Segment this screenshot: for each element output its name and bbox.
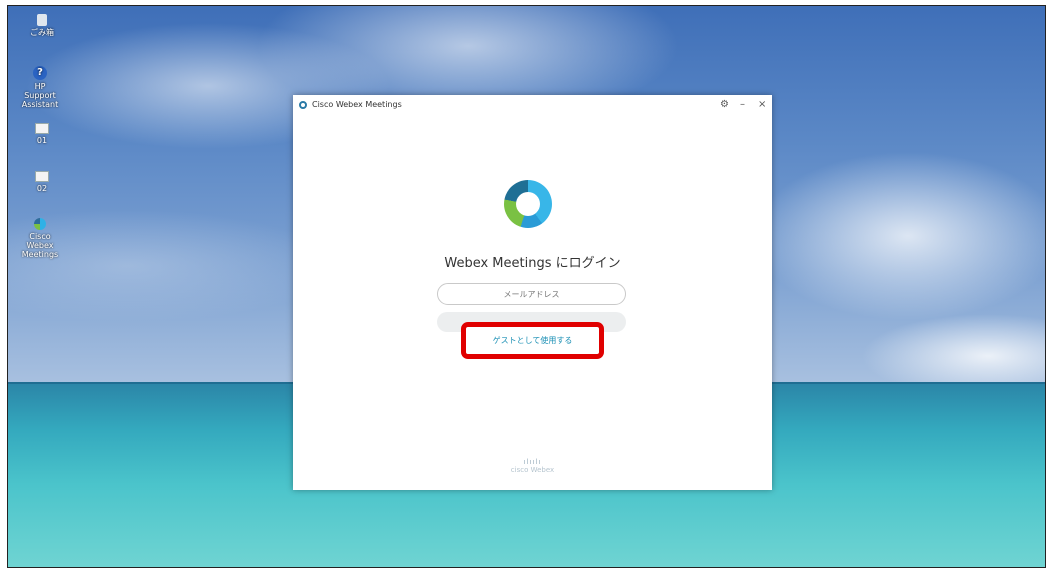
- webex-small-logo-icon: [299, 101, 307, 109]
- webex-login-window: Cisco Webex Meetings ⚙ – × Webex Meeting…: [293, 95, 772, 490]
- cisco-bars-icon: ılıılı: [523, 458, 542, 466]
- help-icon: ?: [33, 66, 47, 80]
- email-field[interactable]: [437, 283, 626, 305]
- desktop-icon-label: HP Support Assistant: [21, 82, 59, 109]
- cisco-brand-text: cisco: [510, 466, 529, 474]
- use-as-guest-button[interactable]: ゲストとして使用する: [461, 322, 604, 359]
- desktop-icon-02[interactable]: 02: [20, 171, 64, 193]
- desktop-icon-hp-support[interactable]: ? HP Support Assistant: [18, 66, 62, 109]
- cisco-webex-footer-logo: ılıılı cisco Webex: [293, 458, 772, 474]
- desktop-icon-label: 01: [36, 136, 48, 145]
- webex-brand-text: Webex: [530, 466, 555, 474]
- minimize-button[interactable]: –: [740, 99, 745, 110]
- window-titlebar[interactable]: Cisco Webex Meetings ⚙ – ×: [293, 95, 772, 117]
- recycle-bin-icon: [37, 14, 47, 26]
- guest-button-label: ゲストとして使用する: [492, 336, 573, 345]
- login-heading: Webex Meetings にログイン: [444, 256, 621, 271]
- desktop-icon-label: 02: [36, 184, 48, 193]
- desktop-icon-label: ごみ箱: [30, 28, 54, 37]
- desktop-icon-webex[interactable]: Cisco Webex Meetings: [18, 218, 62, 259]
- file-icon: [35, 171, 49, 182]
- webex-icon: [34, 218, 46, 230]
- file-icon: [35, 123, 49, 134]
- close-button[interactable]: ×: [758, 99, 766, 110]
- window-title: Cisco Webex Meetings: [312, 100, 402, 109]
- desktop-icon-label: Cisco Webex Meetings: [21, 232, 59, 259]
- settings-gear-icon[interactable]: ⚙: [720, 99, 729, 110]
- desktop-icon-recycle-bin[interactable]: ごみ箱: [20, 14, 64, 37]
- webex-logo: [504, 180, 552, 228]
- desktop-icon-01[interactable]: 01: [20, 123, 64, 145]
